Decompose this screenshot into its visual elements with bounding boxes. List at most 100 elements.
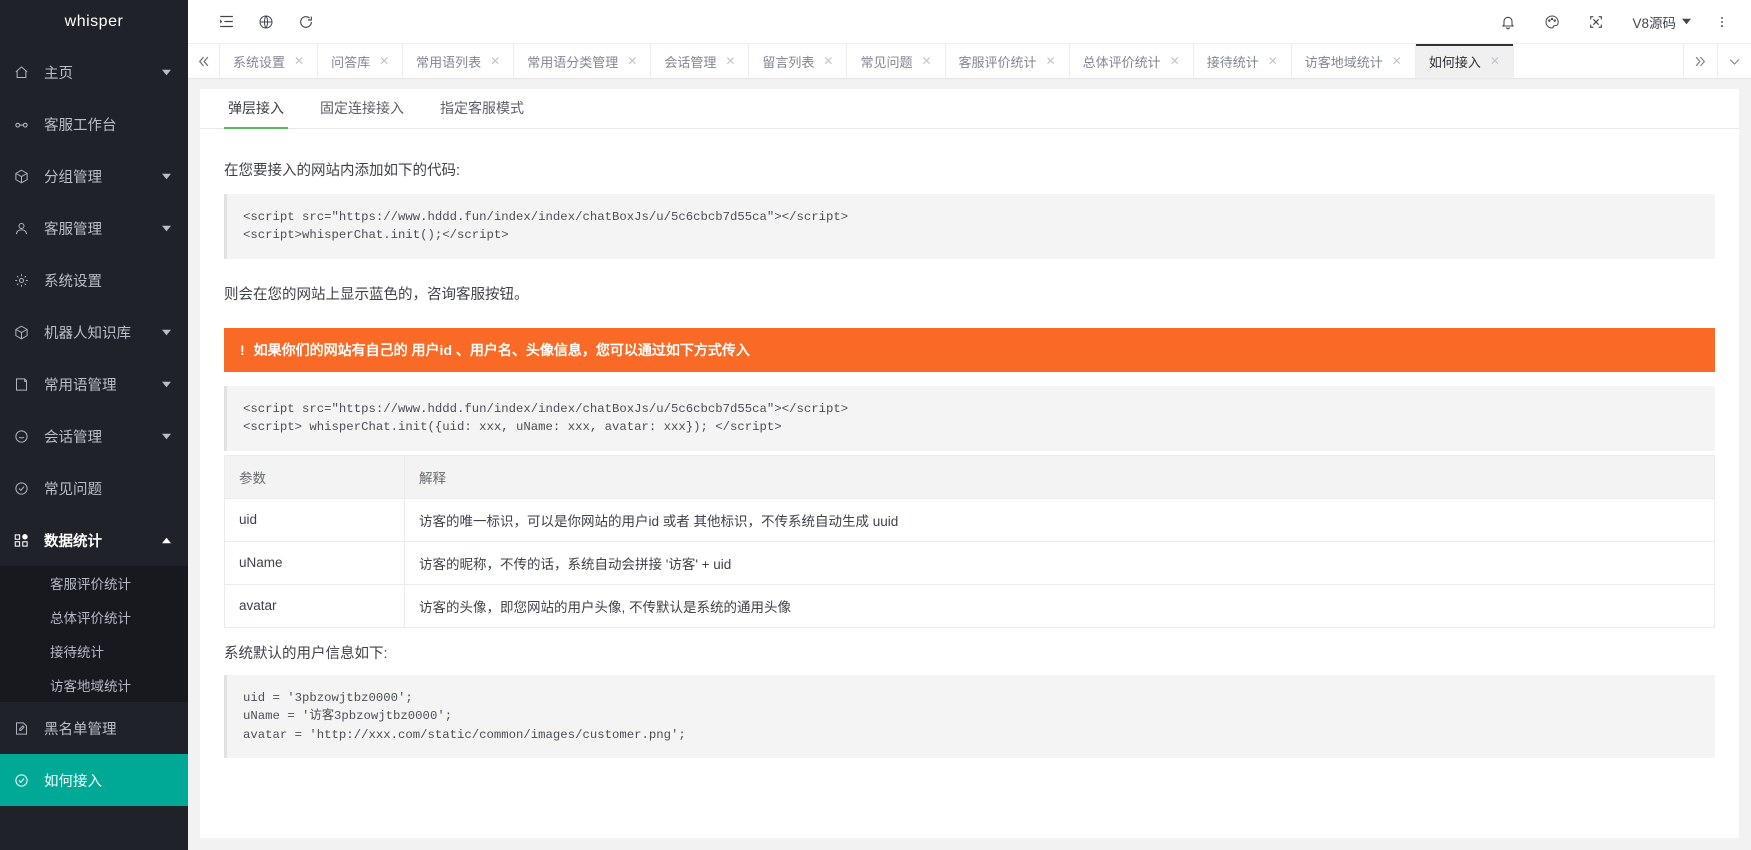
column-header-param: 参数 — [225, 455, 405, 498]
sidebar-item-agent-workbench[interactable]: 客服工作台 — [0, 98, 188, 150]
tab-label: 总体评价统计 — [1083, 52, 1161, 71]
tab-strip: 系统设置 ✕ 问答库 ✕ 常用语列表 ✕ 常用语分类管理 ✕ 会话管理 ✕ — [188, 44, 1751, 79]
close-icon[interactable]: ✕ — [294, 55, 304, 67]
close-icon[interactable]: ✕ — [490, 55, 500, 67]
chevron-down-icon[interactable] — [1717, 44, 1751, 78]
sidebar-item-agent-management[interactable]: 客服管理 — [0, 202, 188, 254]
close-icon[interactable]: ✕ — [1490, 55, 1500, 67]
chevron-down-icon — [160, 380, 172, 389]
tab-overall-rating-stats[interactable]: 总体评价统计 ✕ — [1070, 44, 1194, 78]
cell-param-description: 访客的头像，即您网站的用户头像, 不传默认是系统的通用头像 — [405, 584, 1715, 627]
chevron-down-icon — [160, 68, 172, 77]
user-menu[interactable]: V8源码 — [1620, 12, 1703, 32]
tab-reception-stats[interactable]: 接待统计 ✕ — [1194, 44, 1292, 78]
column-header-description: 解释 — [405, 455, 1715, 498]
tab-label: 常用语分类管理 — [527, 52, 618, 71]
tab-message-list[interactable]: 留言列表 ✕ — [749, 44, 847, 78]
double-chevron-left-icon[interactable] — [188, 44, 220, 78]
close-icon[interactable]: ✕ — [1046, 55, 1056, 67]
inner-tab-fixed-link-integration[interactable]: 固定连接接入 — [302, 98, 422, 128]
sidebar-item-blacklist-management[interactable]: 黑名单管理 — [0, 702, 188, 754]
tab-label: 常用语列表 — [416, 52, 481, 71]
sidebar-subitem-reception-stats[interactable]: 接待统计 — [0, 634, 188, 668]
top-bar: V8源码 — [188, 0, 1751, 44]
sidebar-item-data-statistics[interactable]: 数据统计 — [0, 514, 188, 566]
sidebar-subitem-agent-rating-stats[interactable]: 客服评价统计 — [0, 566, 188, 600]
tab-phrase-category-management[interactable]: 常用语分类管理 ✕ — [514, 44, 651, 78]
close-icon[interactable]: ✕ — [1392, 55, 1402, 67]
sidebar-item-label: 分组管理 — [36, 166, 160, 187]
bell-icon[interactable] — [1488, 0, 1528, 44]
tab-label: 访客地域统计 — [1305, 52, 1383, 71]
parameters-table: 参数 解释 uid 访客的唯一标识，可以是你网站的用户id 或者 其他标识，不传… — [224, 455, 1715, 628]
globe-icon[interactable] — [246, 0, 286, 44]
sidebar-subitem-visitor-region-stats[interactable]: 访客地域统计 — [0, 668, 188, 702]
sidebar-item-label: 会话管理 — [36, 426, 160, 447]
sidebar-item-label: 客服管理 — [36, 218, 160, 239]
tab-phrase-list[interactable]: 常用语列表 ✕ — [403, 44, 514, 78]
cell-param-name: avatar — [225, 584, 405, 627]
double-chevron-right-icon[interactable] — [1683, 44, 1717, 78]
close-icon[interactable]: ✕ — [379, 55, 389, 67]
tab-list: 系统设置 ✕ 问答库 ✕ 常用语列表 ✕ 常用语分类管理 ✕ 会话管理 ✕ — [220, 44, 1683, 78]
close-icon[interactable]: ✕ — [1170, 55, 1180, 67]
tab-label: 如何接入 — [1429, 52, 1481, 71]
cell-param-description: 访客的唯一标识，可以是你网站的用户id 或者 其他标识，不传系统自动生成 uui… — [405, 498, 1715, 541]
headset-icon — [14, 117, 36, 132]
sidebar-item-how-to-integrate[interactable]: 如何接入 — [0, 754, 188, 806]
sidebar-item-phrase-management[interactable]: 常用语管理 — [0, 358, 188, 410]
tab-agent-rating-stats[interactable]: 客服评价统计 ✕ — [946, 44, 1070, 78]
inner-tab-bar: 弹层接入 固定连接接入 指定客服模式 — [200, 89, 1739, 129]
sidebar-item-label: 常用语管理 — [36, 374, 160, 395]
close-icon[interactable]: ✕ — [823, 55, 833, 67]
topbar-right-actions: V8源码 — [1488, 0, 1737, 44]
tab-faq[interactable]: 常见问题 ✕ — [847, 44, 945, 78]
alert-exclamation-icon: ! — [240, 342, 245, 358]
tab-system-settings[interactable]: 系统设置 ✕ — [220, 44, 318, 78]
inner-tab-assigned-agent-mode[interactable]: 指定客服模式 — [422, 98, 542, 128]
box-icon — [14, 325, 36, 340]
sidebar-subitem-overall-rating-stats[interactable]: 总体评价统计 — [0, 600, 188, 634]
tab-session-management[interactable]: 会话管理 ✕ — [651, 44, 749, 78]
tab-label: 留言列表 — [762, 52, 814, 71]
chat-icon — [14, 429, 36, 444]
close-icon[interactable]: ✕ — [921, 55, 931, 67]
tab-how-to-integrate[interactable]: 如何接入 ✕ — [1416, 44, 1514, 78]
more-vertical-icon[interactable] — [1707, 0, 1737, 44]
palette-icon[interactable] — [1532, 0, 1572, 44]
tab-visitor-region-stats[interactable]: 访客地域统计 ✕ — [1292, 44, 1416, 78]
inner-tab-label: 指定客服模式 — [440, 100, 524, 116]
close-icon[interactable]: ✕ — [725, 55, 735, 67]
sidebar-item-session-management[interactable]: 会话管理 — [0, 410, 188, 462]
tab-label: 客服评价统计 — [959, 52, 1037, 71]
parameters-table-body: uid 访客的唯一标识，可以是你网站的用户id 或者 其他标识，不传系统自动生成… — [225, 498, 1715, 627]
parameters-table-head: 参数 解释 — [225, 455, 1715, 498]
sidebar-item-group-management[interactable]: 分组管理 — [0, 150, 188, 202]
refresh-icon[interactable] — [286, 0, 326, 44]
sidebar-nav: 主页 客服工作台 分组管理 — [0, 44, 188, 806]
close-icon[interactable]: ✕ — [1268, 55, 1278, 67]
indent-menu-icon[interactable] — [206, 0, 246, 44]
close-icon[interactable]: ✕ — [627, 55, 637, 67]
sidebar-item-system-settings[interactable]: 系统设置 — [0, 254, 188, 306]
sidebar-subitem-label: 访客地域统计 — [50, 675, 131, 695]
inner-tab-label: 固定连接接入 — [320, 100, 404, 116]
content-wrapper: 弹层接入 固定连接接入 指定客服模式 在您要接入的网站内添加如下的代码: <sc… — [188, 79, 1751, 850]
table-header-row: 参数 解释 — [225, 455, 1715, 498]
after-code-text: 则会在您的网站上显示蓝色的，咨询客服按钮。 — [224, 283, 1715, 304]
note-icon — [14, 377, 36, 392]
inner-tab-popup-integration[interactable]: 弹层接入 — [210, 98, 302, 128]
tab-qa-library[interactable]: 问答库 ✕ — [318, 44, 403, 78]
sidebar-item-faq[interactable]: 常见问题 — [0, 462, 188, 514]
table-row: uid 访客的唯一标识，可以是你网站的用户id 或者 其他标识，不传系统自动生成… — [225, 498, 1715, 541]
sidebar-item-label: 机器人知识库 — [36, 322, 160, 343]
table-row: avatar 访客的头像，即您网站的用户头像, 不传默认是系统的通用头像 — [225, 584, 1715, 627]
sidebar-item-robot-knowledge-base[interactable]: 机器人知识库 — [0, 306, 188, 358]
sidebar-item-home[interactable]: 主页 — [0, 46, 188, 98]
shield-check-icon — [14, 773, 36, 788]
sidebar-subitem-label: 总体评价统计 — [50, 607, 131, 627]
sidebar-item-label: 数据统计 — [36, 530, 160, 551]
chevron-down-icon — [1682, 14, 1691, 29]
cell-param-name: uid — [225, 498, 405, 541]
fullscreen-icon[interactable] — [1576, 0, 1616, 44]
